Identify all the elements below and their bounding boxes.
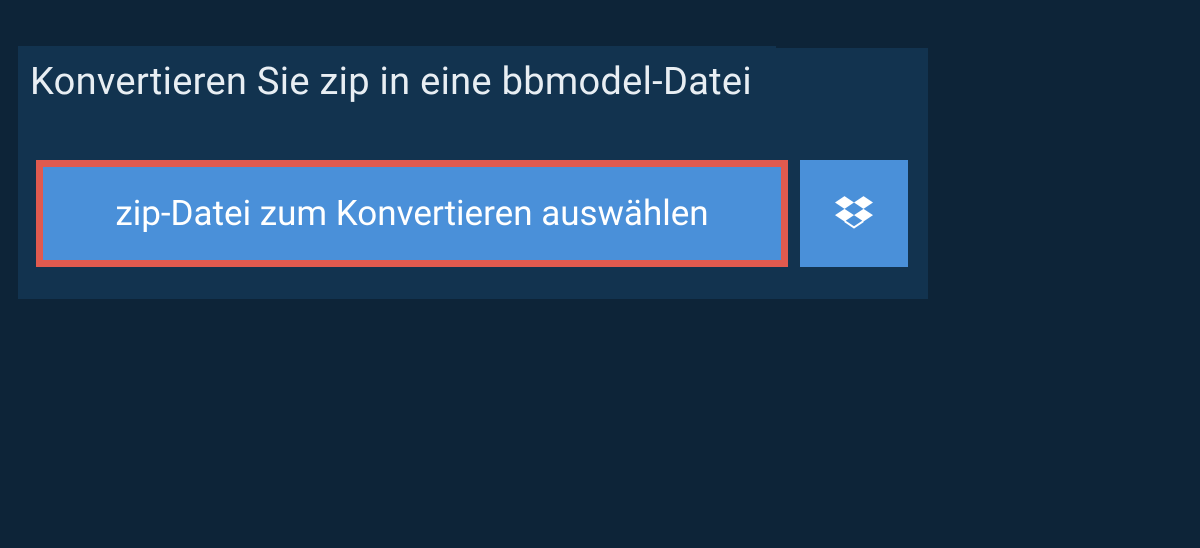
dropbox-button[interactable] — [800, 160, 908, 267]
page-title: Konvertieren Sie zip in eine bbmodel-Dat… — [30, 60, 752, 104]
select-file-button[interactable]: zip-Datei zum Konvertieren auswählen — [36, 160, 788, 267]
button-row: zip-Datei zum Konvertieren auswählen — [36, 160, 928, 267]
heading-wrap: Konvertieren Sie zip in eine bbmodel-Dat… — [18, 46, 776, 118]
dropbox-icon — [835, 193, 873, 235]
converter-panel: Konvertieren Sie zip in eine bbmodel-Dat… — [18, 48, 928, 299]
select-file-label: zip-Datei zum Konvertieren auswählen — [115, 193, 708, 234]
